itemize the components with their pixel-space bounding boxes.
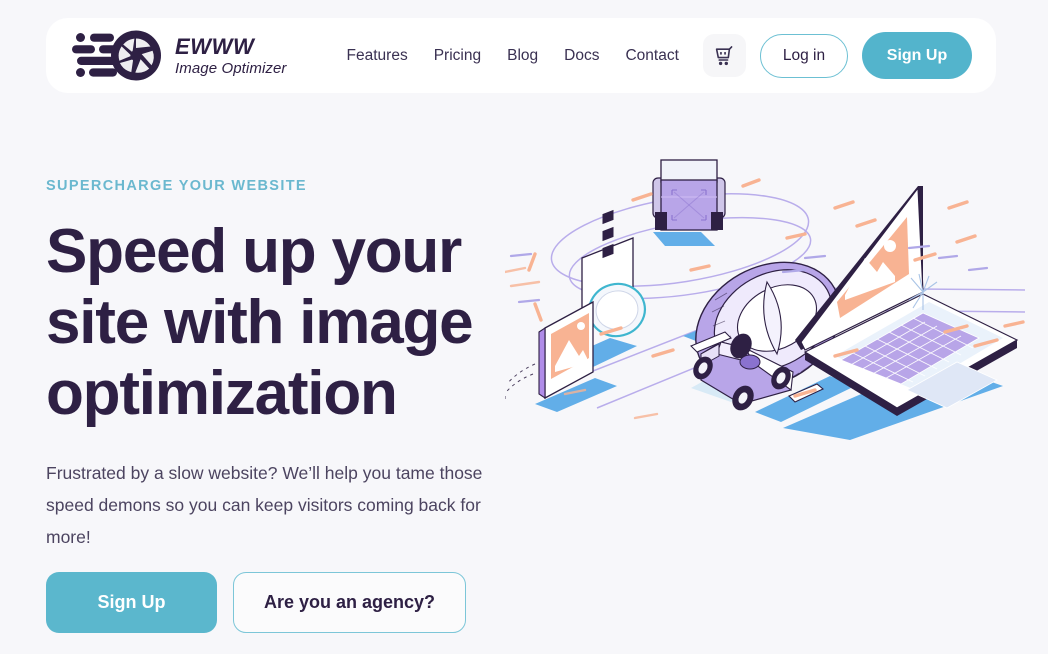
site-logo[interactable]: EWWW Image Optimizer xyxy=(68,30,287,82)
purple-engine-cube xyxy=(652,159,726,246)
logo-text-secondary: Image Optimizer xyxy=(175,59,287,77)
motion-trail xyxy=(505,363,536,400)
agency-button[interactable]: Are you an agency? xyxy=(233,572,466,633)
header-actions: Log in Sign Up xyxy=(703,32,972,79)
nav-item-contact[interactable]: Contact xyxy=(625,47,678,65)
hero-copy: SUPERCHARGE YOUR WEBSITE Speed up your s… xyxy=(46,178,546,553)
login-button[interactable]: Log in xyxy=(760,33,848,78)
landing-page: EWWW Image Optimizer Features Pricing Bl… xyxy=(0,0,1048,654)
main-navigation: Features Pricing Blog Docs Contact xyxy=(347,47,679,65)
logo-wordmark: EWWW Image Optimizer xyxy=(175,33,287,77)
speed-optimization-illustration xyxy=(505,150,1025,440)
hero-subcopy: Frustrated by a slow website? We’ll help… xyxy=(46,463,483,547)
nav-item-docs[interactable]: Docs xyxy=(564,47,599,65)
hero-signup-button[interactable]: Sign Up xyxy=(46,572,217,633)
nav-item-blog[interactable]: Blog xyxy=(507,47,538,65)
hero-cta-row: Sign Up Are you an agency? xyxy=(46,572,466,633)
camera-aperture-speed-lines-icon xyxy=(72,30,161,80)
cart-button[interactable] xyxy=(703,34,746,77)
page-title: Speed up your site with image optimizati… xyxy=(46,217,474,428)
shopping-cart-icon xyxy=(715,45,732,65)
header-signup-button[interactable]: Sign Up xyxy=(862,32,972,79)
hero-eyebrow: SUPERCHARGE YOUR WEBSITE xyxy=(46,178,307,194)
site-header: EWWW Image Optimizer Features Pricing Bl… xyxy=(46,18,996,93)
nav-item-features[interactable]: Features xyxy=(347,47,408,65)
logo-text-primary: EWWW xyxy=(175,33,255,59)
nav-item-pricing[interactable]: Pricing xyxy=(434,47,481,65)
